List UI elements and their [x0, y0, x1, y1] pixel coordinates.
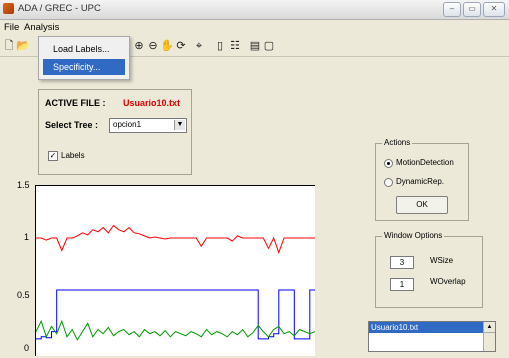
radio-motion-detection[interactable] — [384, 159, 393, 168]
series-line-0 — [36, 224, 315, 255]
colorbar-icon[interactable]: ▯ — [213, 39, 227, 53]
rotate-icon[interactable]: ⟳ — [174, 39, 188, 53]
chevron-down-icon: ▼ — [174, 120, 185, 130]
select-tree-dropdown[interactable]: opcion1 ▼ — [109, 118, 187, 133]
motion-detection-label: MotionDetection — [396, 158, 454, 167]
y-tick-label: 1.5 — [17, 180, 30, 190]
plot-axes[interactable] — [35, 185, 316, 356]
open-file-icon[interactable]: 📂 — [16, 39, 30, 53]
woverlap-label: WOverlap — [430, 277, 466, 286]
window-title: ADA / GREC - UPC — [18, 3, 101, 14]
wsize-field[interactable]: 3 — [390, 256, 414, 269]
scrollbar[interactable]: ▲ — [483, 322, 495, 351]
active-file-label: ACTIVE FILE : — [45, 98, 106, 108]
minimize-button[interactable]: – — [443, 2, 461, 17]
labels-checkbox-label: Labels — [61, 151, 85, 160]
file-panel: ACTIVE FILE : Usuario10.txt Select Tree … — [38, 89, 192, 175]
menu-item-specificity[interactable]: Specificity... — [43, 59, 125, 75]
pan-icon[interactable]: ✋ — [160, 39, 174, 53]
title-bar: ADA / GREC - UPC – ▭ ✕ — [0, 0, 509, 20]
analysis-menu: Load Labels... Specificity... — [38, 36, 130, 80]
show-plot-tools-icon[interactable]: ▢ — [262, 39, 276, 53]
radio-dynamic-rep[interactable] — [384, 178, 393, 187]
maximize-button[interactable]: ▭ — [463, 2, 481, 17]
menu-item-load-labels[interactable]: Load Labels... — [43, 41, 125, 57]
window-options-group: Window Options 3 WSize 1 WOverlap — [375, 231, 483, 308]
close-button[interactable]: ✕ — [483, 2, 505, 17]
woverlap-field[interactable]: 1 — [390, 278, 414, 291]
y-tick-label: 0 — [24, 343, 30, 353]
menu-bar: File Analysis — [0, 20, 509, 35]
actions-title: Actions — [382, 138, 413, 147]
labels-checkbox[interactable]: ✓ — [48, 151, 58, 161]
menu-file[interactable]: File — [4, 22, 19, 33]
data-cursor-icon[interactable]: ⌖ — [192, 39, 206, 53]
file-list-item[interactable]: Usuario10.txt — [369, 322, 483, 333]
window-options-title: Window Options — [382, 231, 445, 240]
new-file-icon[interactable]: 🗋 — [2, 39, 16, 53]
dynamic-rep-label: DynamicRep. — [396, 177, 445, 186]
menu-analysis[interactable]: Analysis — [24, 22, 59, 33]
ok-button[interactable]: OK — [396, 196, 448, 214]
wsize-label: WSize — [430, 256, 454, 265]
legend-icon[interactable]: ☷ — [228, 39, 242, 53]
zoom-out-icon[interactable]: ⊖ — [146, 39, 160, 53]
select-tree-value: opcion1 — [113, 120, 142, 129]
matlab-app-icon — [3, 3, 14, 14]
select-tree-label: Select Tree : — [45, 120, 99, 130]
signal-plot — [35, 224, 316, 341]
active-file-value: Usuario10.txt — [123, 98, 181, 108]
hide-plot-tools-icon[interactable]: ▤ — [248, 39, 262, 53]
y-tick-label: 0.5 — [17, 290, 30, 300]
y-tick-label: 1 — [24, 232, 30, 242]
zoom-in-icon[interactable]: ⊕ — [132, 39, 146, 53]
file-listbox[interactable]: Usuario10.txt ▲ — [368, 321, 496, 352]
actions-group: Actions MotionDetection DynamicRep. OK — [375, 138, 469, 221]
scroll-up-icon[interactable]: ▲ — [484, 322, 495, 333]
